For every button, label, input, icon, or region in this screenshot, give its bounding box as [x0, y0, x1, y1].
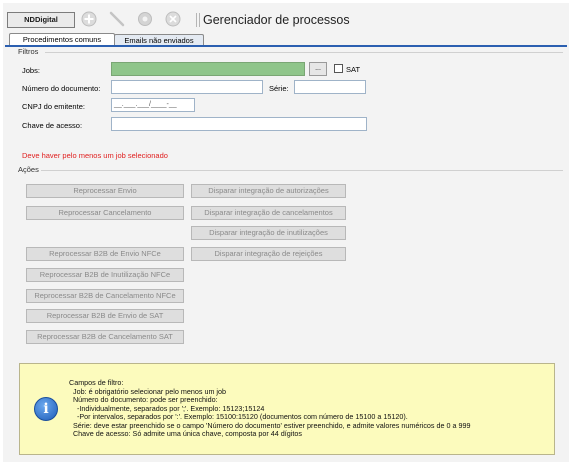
jobs-browse-button[interactable]: ...	[309, 62, 327, 76]
disparar-autorizacoes-button[interactable]: Disparar integração de autorizações	[191, 184, 346, 198]
settings-icon[interactable]	[137, 11, 153, 27]
sat-label: SAT	[346, 65, 361, 74]
doc-number-label: Número do documento:	[22, 84, 101, 93]
toolbar: NDDigital Gerenciador de processos	[3, 3, 569, 33]
doc-number-field[interactable]	[111, 80, 263, 94]
disparar-cancelamentos-button[interactable]: Disparar integração de cancelamentos	[191, 206, 346, 220]
validation-error: Deve haver pelo menos um job selecionado	[22, 151, 168, 160]
cnpj-field[interactable]: __.___.___/____-__	[111, 98, 195, 112]
jobs-field[interactable]	[111, 62, 305, 76]
reprocessar-cancelamento-button[interactable]: Reprocessar Cancelamento	[26, 206, 184, 220]
actions-group-line	[41, 170, 563, 171]
filters-group-label: Filtros	[18, 47, 39, 56]
access-key-label: Chave de acesso:	[22, 121, 83, 130]
toolbar-separator	[199, 13, 200, 27]
info-icon: i	[34, 397, 58, 421]
info-line: Chave de acesso: Só admite uma única cha…	[69, 429, 302, 438]
info-text: Campos de filtro: Job: é obrigatório sel…	[69, 378, 470, 439]
access-key-field[interactable]	[111, 117, 367, 131]
jobs-label: Jobs:	[22, 66, 40, 75]
reprocessar-envio-button[interactable]: Reprocessar Envio	[26, 184, 184, 198]
add-icon[interactable]	[81, 11, 97, 27]
filters-group-line	[45, 52, 563, 53]
reprocessar-b2b-envio-sat-button[interactable]: Reprocessar B2B de Envio de SAT	[26, 309, 184, 323]
tools-icon[interactable]	[109, 11, 125, 27]
sat-checkbox[interactable]	[334, 64, 343, 73]
serie-field[interactable]	[294, 80, 366, 94]
reprocessar-b2b-inutilizacao-nfce-button[interactable]: Reprocessar B2B de Inutilização NFCe	[26, 268, 184, 282]
window-title: Gerenciador de processos	[203, 13, 350, 27]
main-window: NDDigital Gerenciador de processos Proce…	[3, 3, 569, 462]
actions-group-label: Ações	[18, 165, 39, 174]
disparar-inutilizacoes-button[interactable]: Disparar integração de inutilizações	[191, 226, 346, 240]
serie-label: Série:	[269, 84, 289, 93]
toolbar-separator	[196, 13, 197, 27]
reprocessar-b2b-cancelamento-nfce-button[interactable]: Reprocessar B2B de Cancelamento NFCe	[26, 289, 184, 303]
close-icon[interactable]	[165, 11, 181, 27]
app-logo: NDDigital	[7, 12, 75, 28]
cnpj-label: CNPJ do emitente:	[22, 102, 85, 111]
tab-strip	[5, 45, 567, 47]
reprocessar-b2b-cancelamento-sat-button[interactable]: Reprocessar B2B de Cancelamento SAT	[26, 330, 184, 344]
reprocessar-b2b-envio-nfce-button[interactable]: Reprocessar B2B de Envio NFCe	[26, 247, 184, 261]
disparar-rejeicoes-button[interactable]: Disparar integração de rejeições	[191, 247, 346, 261]
info-panel: i Campos de filtro: Job: é obrigatório s…	[19, 363, 555, 455]
